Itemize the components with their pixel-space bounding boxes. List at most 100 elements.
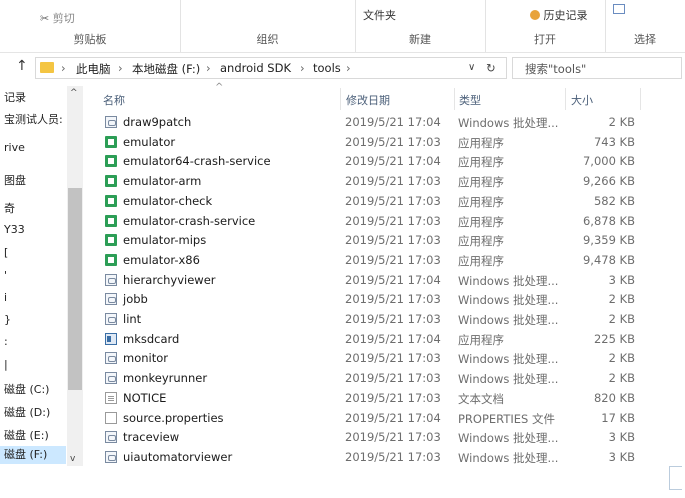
file-date: 2019/5/21 17:03 [345,390,441,405]
breadcrumb-tools[interactable]: tools [313,61,341,75]
file-type: Windows 批处理... [458,431,559,446]
file-name: emulator-check [123,193,213,208]
breadcrumb-local-disk-f[interactable]: 本地磁盘 (F:) [132,61,200,77]
table-row[interactable]: monitor 2019/5/21 17:03 Windows 批处理... 2 KB [103,348,651,368]
sidebar-scroll-thumb[interactable] [68,188,82,390]
column-divider[interactable] [454,88,455,110]
application-icon [105,234,117,247]
search-input[interactable]: 搜索"tools" [512,57,682,79]
breadcrumb-separator-icon: › [346,61,351,75]
nav-item-y33[interactable]: Y33 [4,223,66,236]
table-row[interactable]: draw9patch 2019/5/21 17:04 Windows 批处理... 2… [103,112,651,132]
open-label: 打开 [534,33,556,46]
file-type: 应用程序 [458,155,504,170]
file-date: 2019/5/21 17:03 [345,134,441,149]
nav-item-drive[interactable]: rive [4,141,66,154]
table-row[interactable]: traceview 2019/5/21 17:03 Windows 批处理... 3 … [103,427,651,447]
file-type: 文本文档 [458,391,504,406]
nav-item-tester[interactable]: 宝测试人员: [4,111,66,127]
file-size: 9,359 KB [582,233,635,248]
table-row[interactable]: emulator-check 2019/5/21 17:03 应用程序 582 KB [103,191,651,211]
table-row[interactable]: emulator64-crash-service 2019/5/21 17:04 应… [103,151,651,171]
history-button[interactable]: 历史记录 [530,7,588,23]
table-row[interactable]: mksdcard 2019/5/21 17:04 应用程序 225 KB [103,329,651,349]
file-name: lint [123,312,142,326]
column-divider[interactable] [640,88,641,110]
nav-item-disk-e[interactable]: 磁盘 (E:) [4,427,66,443]
address-bar[interactable]: › 此电脑 › 本地磁盘 (F:) › android SDK › tools … [35,57,507,79]
file-date: 2019/5/21 17:03 [345,312,441,326]
nav-item-disk-f[interactable]: 磁盘 (F:) [0,446,66,464]
nav-item-disk-c[interactable]: 磁盘 (C:) [4,381,66,397]
file-name: uiautomatorviewer [123,449,233,464]
file-date: 2019/5/21 17:03 [345,430,441,445]
select-all-icon[interactable] [613,4,625,14]
file-size: 2 KB [608,292,635,307]
table-row[interactable]: hierarchyviewer 2019/5/21 17:04 Windows 批处… [103,270,651,290]
column-header-date[interactable]: 修改日期 [346,92,390,108]
file-date: 2019/5/21 17:04 [345,272,441,287]
table-row[interactable]: lint 2019/5/21 17:03 Windows 批处理... 2 KB [103,309,651,329]
table-row[interactable]: emulator-x86 2019/5/21 17:03 应用程序 9,478 KB [103,250,651,270]
cut-button[interactable]: ✂ 剪切 [40,10,75,26]
batch-file-icon [105,450,117,463]
file-name: traceview [123,430,180,445]
file-list: ^ 名称 修改日期 类型 大小 draw9patch 2019/5/21 17:0… [85,82,685,474]
file-name: monkeyrunner [123,371,208,386]
table-row[interactable]: uiautomatorviewer 2019/5/21 17:03 Windows … [103,447,651,467]
column-divider[interactable] [565,88,566,110]
file-date: 2019/5/21 17:03 [345,252,441,267]
nav-item-11[interactable]: | [4,358,66,371]
breadcrumb-separator-icon: › [61,61,66,75]
file-type: Windows 批处理... [458,293,559,308]
history-dropdown-icon[interactable]: ∨ [468,62,475,73]
file-name: emulator-crash-service [123,213,256,228]
table-row[interactable]: emulator-arm 2019/5/21 17:03 应用程序 9,266 KB [103,171,651,191]
organize-group: 组织 [180,0,356,52]
nav-item-7[interactable]: ' [4,269,66,282]
column-header-type[interactable]: 类型 [459,92,481,108]
table-row[interactable]: emulator-mips 2019/5/21 17:03 应用程序 9,359 KB [103,230,651,250]
nav-item-recent[interactable]: 记录 [4,89,66,105]
ribbon: ✂ 剪切 剪贴板 组织 文件夹 新建 历史记录 打开 选择 [0,0,685,53]
table-row[interactable]: emulator-crash-service 2019/5/21 17:03 应用程… [103,211,651,231]
address-bar-row: ↑ › 此电脑 › 本地磁盘 (F:) › android SDK › tool… [0,52,685,82]
batch-file-icon [105,293,117,306]
refresh-icon[interactable]: ↻ [486,61,496,75]
sidebar-scrollbar[interactable]: ^ v [67,86,83,466]
file-type: 应用程序 [458,175,504,190]
nav-item-8[interactable]: i [4,291,66,304]
nav-item-4[interactable]: 奇 [4,200,66,216]
file-name: NOTICE [123,390,167,405]
new-folder-button[interactable]: 文件夹 [363,7,396,23]
scroll-up-icon[interactable]: ^ [70,88,78,98]
file-name: hierarchyviewer [123,272,216,287]
navigation-pane: 记录 宝测试人员: rive 图盘 奇 Y33 [ ' i } : | 磁盘 (… [0,84,85,474]
file-type: 应用程序 [458,135,504,150]
table-row[interactable]: NOTICE 2019/5/21 17:03 文本文档 820 KB [103,388,651,408]
application-icon [105,253,117,266]
column-divider[interactable] [340,88,341,110]
breadcrumb-android-sdk[interactable]: android SDK [220,61,291,75]
nav-item-9[interactable]: } [4,313,66,326]
file-name: monitor [123,351,168,366]
table-row[interactable]: jobb 2019/5/21 17:03 Windows 批处理... 2 KB [103,289,651,309]
breadcrumb-this-pc[interactable]: 此电脑 [76,61,111,77]
nav-item-netdisk[interactable]: 图盘 [4,172,66,188]
file-name: emulator-mips [123,233,207,248]
nav-item-disk-d[interactable]: 磁盘 (D:) [4,404,66,420]
nav-item-6[interactable]: [ [4,246,66,259]
scroll-down-icon[interactable]: v [70,454,75,464]
table-row[interactable]: monkeyrunner 2019/5/21 17:03 Windows 批处理..… [103,368,651,388]
column-header-size[interactable]: 大小 [571,92,593,108]
column-header-name[interactable]: 名称 [103,92,125,108]
table-row[interactable]: source.properties 2019/5/21 17:04 PROPERTI… [103,408,651,428]
application-icon [105,135,117,148]
table-row[interactable]: emulator 2019/5/21 17:03 应用程序 743 KB [103,132,651,152]
up-arrow-icon[interactable]: ↑ [16,58,28,74]
file-date: 2019/5/21 17:03 [345,292,441,307]
details-view-icon[interactable] [669,466,682,490]
file-size: 820 KB [593,390,635,405]
nav-item-10[interactable]: : [4,335,66,348]
file-size: 582 KB [593,193,635,208]
